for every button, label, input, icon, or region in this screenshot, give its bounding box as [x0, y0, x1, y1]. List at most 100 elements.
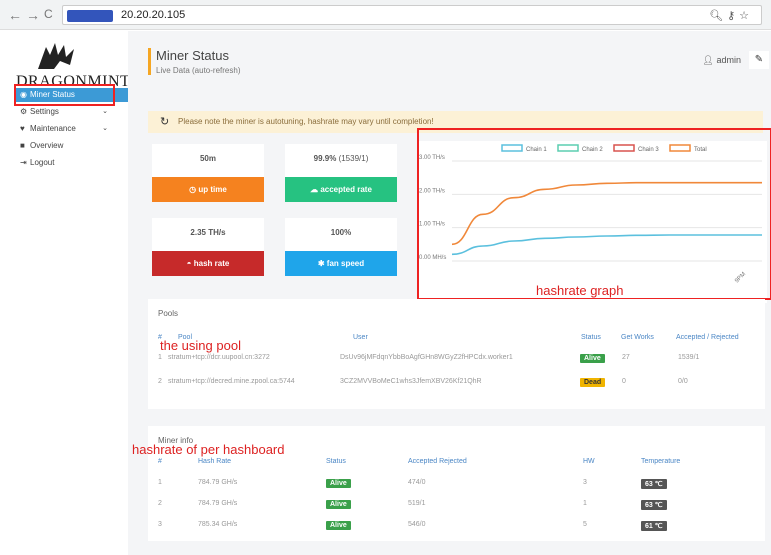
legend-swatch [501, 144, 523, 152]
status-badge: Dead [580, 378, 606, 387]
forward-icon[interactable]: → [26, 7, 40, 23]
browser-toolbar: ← → C 20.20.20.105 🔍︎⚷☆ [0, 0, 771, 30]
col-accepted-rejected: Accepted / Rejected [676, 334, 739, 341]
sidebar-item-settings[interactable]: ⚙ Settings ⌄ [16, 105, 128, 119]
address-bar[interactable]: 20.20.20.105 🔍︎⚷☆ [62, 5, 762, 25]
y-tick-label: 2.00 TH/s [419, 188, 445, 194]
legend-swatch [669, 144, 691, 152]
pool-user: 3CZ2MVVBoMeC1whs3JfemXBV26Kf21QhR [340, 378, 482, 385]
legend-label: Total [694, 147, 707, 153]
legend-swatch [557, 144, 579, 152]
sidebar-item-label: Overview [30, 141, 64, 150]
heart-icon: ♥ [20, 124, 25, 133]
zoom-icon[interactable]: 🔍︎ [709, 10, 727, 22]
temperature-badge: 61 ℃ [641, 521, 667, 531]
dragon-icon [38, 43, 74, 69]
sidebar-item-maintenance[interactable]: ♥ Maintenance ⌄ [16, 122, 128, 136]
board-hw: 3 [583, 479, 587, 486]
y-tick-label: 3.00 TH/s [419, 155, 445, 161]
pool-user: DsUv96jMFdqnYbbBoAgfGHn8WGyZ2fHPCdx.work… [340, 354, 513, 361]
series-line [451, 234, 762, 256]
temperature-badge: 63 ℃ [641, 500, 667, 510]
board-rate: 784.79 GH/s [198, 479, 238, 486]
edit-icon[interactable]: ✎ [749, 51, 769, 69]
chevron-down-icon: ⌄ [102, 125, 108, 132]
uptime-bar: ◷ up time [152, 177, 264, 202]
legend-swatch [613, 144, 635, 152]
fan-card: 100% ✱ fan speed [285, 218, 397, 276]
chevron-down-icon: ⌄ [102, 108, 108, 115]
col-get-works: Get Works [621, 334, 654, 341]
logout-icon: ⇥ [20, 158, 27, 167]
user-menu[interactable]: 👤︎ admin [703, 55, 741, 66]
board-index: 2 [158, 500, 162, 507]
sidebar-item-overview[interactable]: ■ Overview [16, 139, 128, 153]
pool-accepted: 1539/1 [678, 354, 700, 361]
board-accepted: 519/1 [408, 500, 426, 507]
board-hw: 1 [583, 500, 587, 507]
sidebar-item-miner-status[interactable]: ◉ Miner Status [16, 88, 128, 102]
hashrate-bar: ◓ hash rate [152, 251, 264, 276]
uptime-value: 50m [199, 154, 216, 163]
user-name: admin [716, 55, 741, 65]
overview-icon: ■ [20, 141, 25, 150]
board-accepted: 474/0 [408, 479, 426, 486]
page-header: Miner Status Live Data (auto-refresh) [148, 48, 240, 75]
url-text: 20.20.20.105 [121, 9, 186, 21]
uptime-label: up time [198, 185, 227, 194]
gears-icon: ⚙ [20, 107, 28, 116]
board-rate: 784.79 GH/s [198, 500, 238, 507]
sidebar-item-label: Logout [30, 158, 55, 167]
pool-accepted: 0/0 [678, 378, 688, 385]
clock-icon: ◷ [189, 185, 197, 194]
sidebar: DRAGONMINT ◉ Miner Status ⚙ Settings ⌄ ♥ Mai… [0, 31, 130, 555]
accepted-value: 99.9% [313, 154, 337, 163]
col-temperature: Temperature [641, 458, 681, 465]
col-status: Status [326, 458, 346, 465]
pools-title: Pools [158, 309, 179, 318]
legend-label: Chain 3 [638, 147, 659, 153]
board-rate: 785.34 GH/s [198, 521, 238, 528]
status-badge: Alive [326, 500, 351, 509]
main-content: Miner Status Live Data (auto-refresh) 👤︎… [128, 31, 771, 555]
back-icon[interactable]: ← [8, 7, 22, 23]
asterisk-icon: ✱ [317, 259, 325, 268]
pool-url: stratum+tcp://decred.mine.zpool.ca:5744 [168, 378, 295, 385]
pool-works: 0 [622, 378, 626, 385]
col-hw: HW [583, 458, 595, 465]
y-tick-label: 0.00 MH/s [419, 255, 446, 261]
col-index: # [158, 458, 162, 465]
sidebar-item-logout[interactable]: ⇥ Logout [16, 156, 128, 170]
key-icon[interactable]: ⚷ [727, 10, 739, 22]
annotation-pool: the using pool [160, 338, 241, 353]
temperature-badge: 63 ℃ [641, 479, 667, 489]
col-status: Status [581, 334, 601, 341]
accepted-label: accepted rate [320, 185, 372, 194]
reload-icon[interactable]: C [44, 7, 53, 21]
pool-url: stratum+tcp://dcr.uupool.cn:3272 [168, 354, 270, 361]
page-subtitle: Live Data (auto-refresh) [156, 66, 241, 75]
sidebar-item-label: Maintenance [30, 124, 76, 133]
col-hash-rate: Hash Rate [198, 458, 232, 465]
hashrate-value: 2.35 TH/s [190, 228, 226, 237]
notice-text: Please note the miner is autotuning, has… [178, 117, 434, 126]
hashrate-chart-svg: 3.00 TH/s 2.00 TH/s 1.00 TH/s 0.00 MH/s Chai… [419, 144, 762, 284]
status-badge: Alive [580, 354, 605, 363]
accepted-card: 99.9% (1539/1) ☁ accepted rate [285, 144, 397, 202]
annotation-board: hashrate of per hashboard [132, 442, 285, 457]
uptime-card: 50m ◷ up time [152, 144, 264, 202]
spinner-icon: ↻ [160, 116, 170, 128]
cloud-icon: ☁ [310, 185, 319, 194]
sidebar-item-label: Miner Status [30, 90, 75, 99]
miner-info-panel: Miner info hashrate of per hashboard # H… [132, 426, 765, 541]
accepted-detail: (1539/1) [338, 154, 369, 163]
board-index: 1 [158, 479, 162, 486]
star-icon[interactable]: ☆ [739, 10, 753, 22]
legend-label: Chain 2 [582, 147, 603, 153]
redacted-block [67, 10, 113, 22]
page-title: Miner Status [156, 48, 229, 63]
x-tick-label: 9PM [734, 271, 747, 284]
sidebar-item-label: Settings [30, 107, 59, 116]
gauge-icon: ◓ [186, 259, 192, 268]
hashrate-chart: 3.00 TH/s 2.00 TH/s 1.00 TH/s 0.00 MH/s Chai… [417, 141, 767, 303]
